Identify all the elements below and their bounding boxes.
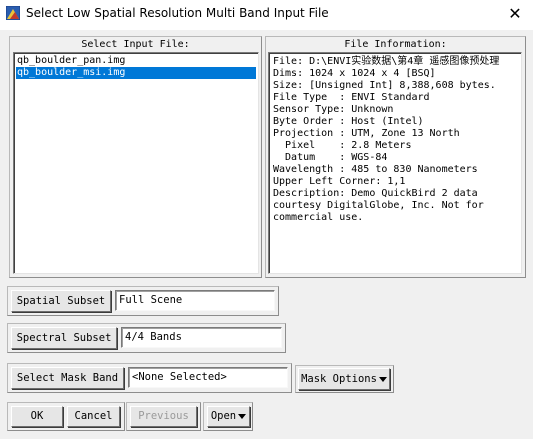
- open-button[interactable]: Open: [207, 406, 250, 427]
- spectral-subset-group: Spectral Subset 4/4 Bands: [7, 323, 286, 353]
- window-title: Select Low Spatial Resolution Multi Band…: [26, 6, 329, 20]
- envi-app-icon: [6, 6, 20, 20]
- spectral-subset-field: 4/4 Bands: [121, 327, 282, 348]
- mask-options-label: Mask Options: [301, 373, 377, 385]
- info-line: Wavelength : 485 to 830 Nanometers: [273, 164, 478, 175]
- info-line: File Type : ENVI Standard: [273, 92, 430, 103]
- spatial-subset-group: Spatial Subset Full Scene: [7, 286, 279, 316]
- cancel-button[interactable]: Cancel: [67, 406, 120, 427]
- info-line: Dims: 1024 x 1024 x 4 [BSQ]: [273, 68, 436, 79]
- close-icon[interactable]: ✕: [499, 2, 531, 26]
- spatial-subset-button[interactable]: Spatial Subset: [11, 290, 111, 312]
- title-bar: Select Low Spatial Resolution Multi Band…: [0, 0, 533, 30]
- spatial-subset-field: Full Scene: [115, 290, 275, 311]
- info-line: commercial use.: [273, 212, 364, 223]
- info-line: Pixel : 2.8 Meters: [273, 140, 412, 151]
- input-file-list[interactable]: qb_boulder_pan.img qb_boulder_msi.img: [13, 52, 259, 274]
- chevron-down-icon: [238, 413, 247, 419]
- file-info-label: File Information:: [344, 39, 447, 50]
- info-line: Size: [Unsigned Int] 8,388,608 bytes.: [273, 80, 496, 91]
- info-line: File: D:\ENVI实验数据\第4章 遥感图像预处理: [273, 56, 500, 67]
- info-line: Description: Demo QuickBird 2 data: [273, 188, 478, 199]
- info-line: Upper Left Corner: 1,1: [273, 176, 406, 187]
- open-group: Open: [203, 402, 253, 431]
- open-label: Open: [210, 410, 237, 422]
- info-line: Sensor Type: Unknown: [273, 104, 394, 115]
- mask-band-group: Select Mask Band <None Selected>: [7, 363, 292, 393]
- file-info-panel: File Information: File: D:\ENVI实验数据\第4章 …: [265, 36, 526, 278]
- previous-group: Previous: [126, 402, 201, 431]
- spectral-subset-button[interactable]: Spectral Subset: [11, 327, 117, 349]
- ok-button[interactable]: OK: [11, 406, 63, 427]
- file-info-text[interactable]: File: D:\ENVI实验数据\第4章 遥感图像预处理 Dims: 1024…: [268, 52, 522, 274]
- mask-options-button[interactable]: Mask Options: [298, 368, 390, 390]
- chevron-down-icon: [378, 376, 387, 382]
- info-line: courtesy DigitalGlobe, Inc. Not for: [273, 200, 484, 211]
- previous-button: Previous: [130, 406, 197, 427]
- mask-band-field: <None Selected>: [128, 367, 288, 388]
- mask-options-group: Mask Options: [295, 365, 394, 393]
- ok-cancel-group: OK Cancel: [7, 402, 125, 431]
- select-mask-band-button[interactable]: Select Mask Band: [11, 367, 124, 389]
- input-file-panel: Select Input File: qb_boulder_pan.img qb…: [9, 36, 262, 278]
- info-line: Projection : UTM, Zone 13 North: [273, 128, 460, 139]
- info-line: Datum : WGS-84: [273, 152, 388, 163]
- list-item-selected[interactable]: qb_boulder_msi.img: [16, 67, 256, 79]
- input-file-label: Select Input File:: [81, 39, 190, 50]
- list-item[interactable]: qb_boulder_pan.img: [16, 55, 256, 67]
- info-line: Byte Order : Host (Intel): [273, 116, 424, 127]
